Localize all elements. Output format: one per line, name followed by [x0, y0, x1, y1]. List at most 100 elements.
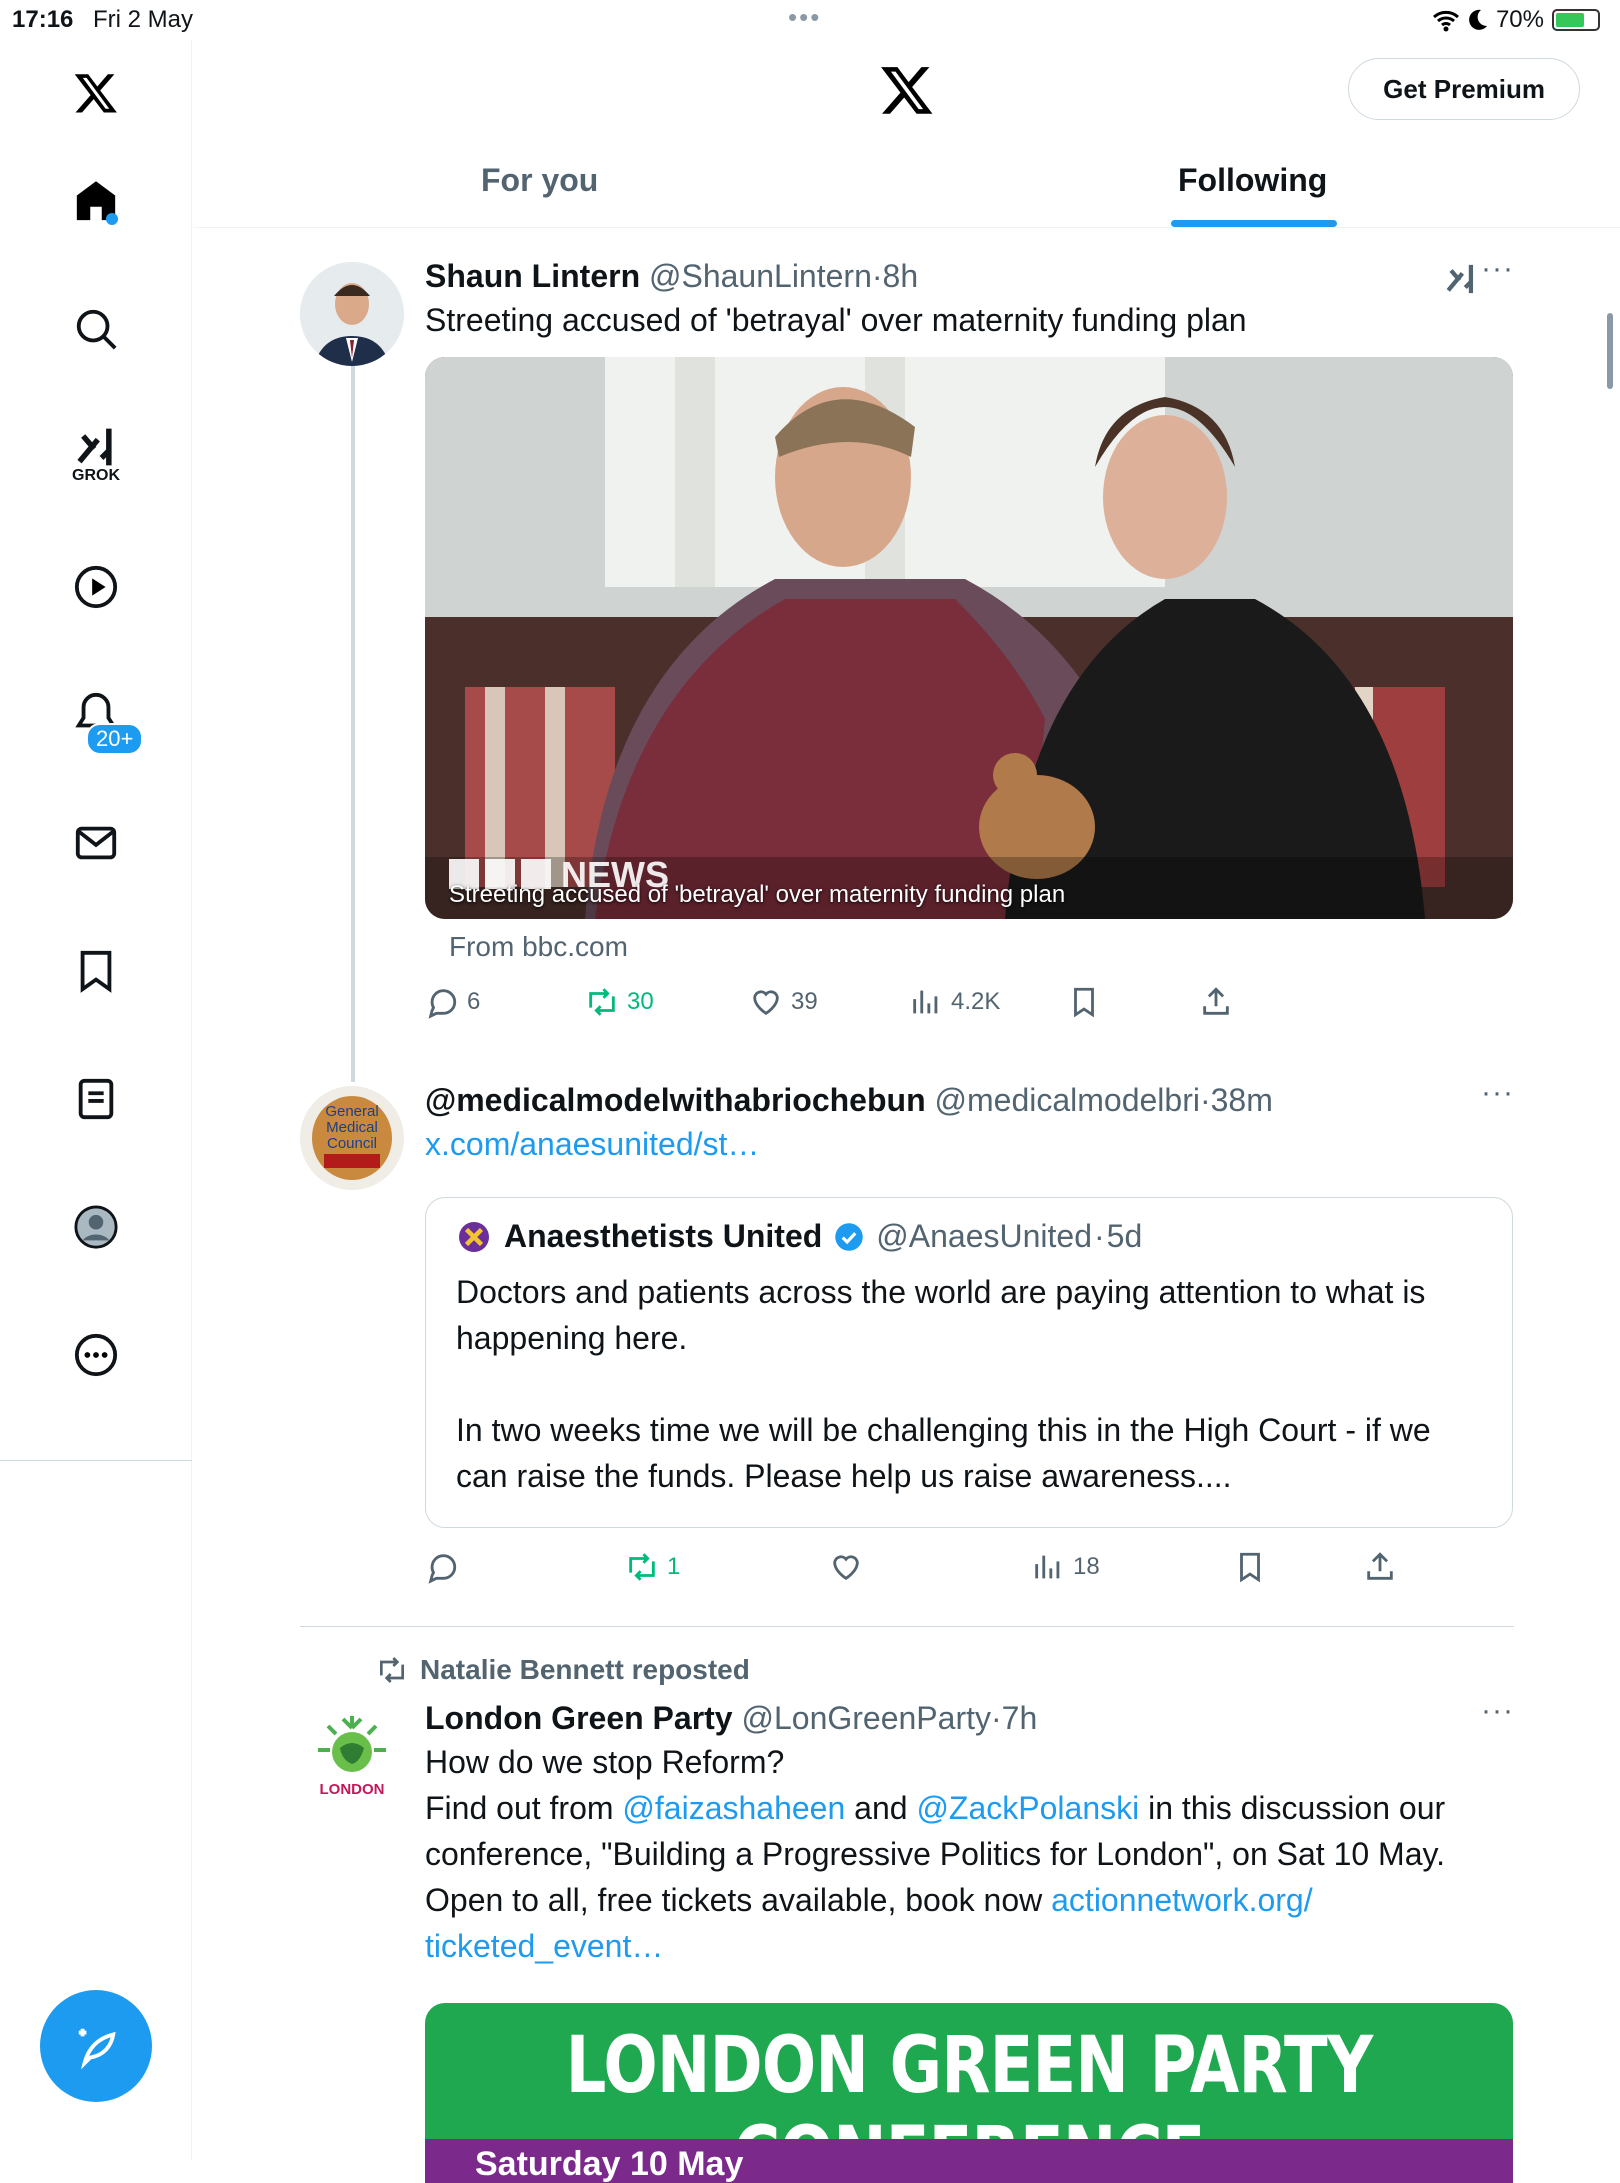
author-handle[interactable]: @medicalmodelbri [935, 1082, 1200, 1118]
post-time[interactable]: 7h [1002, 1700, 1038, 1736]
svg-text:Council: Council [327, 1135, 377, 1152]
share-button[interactable] [1363, 1550, 1397, 1584]
more-options-icon[interactable]: ··· [1481, 252, 1514, 286]
bookmark-button[interactable] [1067, 985, 1101, 1019]
active-tab-indicator [1171, 220, 1337, 227]
views-button[interactable]: 4.2K [909, 985, 1000, 1019]
tab-following[interactable]: Following [1178, 162, 1327, 199]
view-count: 4.2K [951, 988, 1001, 1015]
share-button[interactable] [1199, 985, 1233, 1019]
compose-feather-icon [78, 2028, 116, 2069]
heart-icon [833, 1555, 859, 1581]
avatar[interactable] [300, 262, 404, 366]
author-name[interactable]: London Green Party [425, 1700, 733, 1736]
views-icon [1035, 1555, 1060, 1579]
repost-indicator[interactable]: Natalie Bennett reposted [376, 1654, 750, 1686]
conference-banner-image[interactable]: LONDON GREEN PARTY CONFERENCE Saturday 1… [425, 2003, 1513, 2183]
sidebar: GROK 20+ [0, 40, 192, 2160]
quote-text-2: In two weeks time we will be challenging… [456, 1412, 1431, 1494]
banner-subtitle: Saturday 10 May [475, 2145, 744, 2183]
x-logo-icon[interactable] [879, 62, 935, 123]
reply-button[interactable] [425, 1550, 467, 1584]
repost-button[interactable]: 30 [585, 985, 654, 1019]
top-header: Get Premium For you Following [193, 40, 1620, 228]
get-premium-button[interactable]: Get Premium [1348, 58, 1580, 120]
quote-time[interactable]: 5d [1107, 1218, 1143, 1255]
compose-button[interactable] [40, 1990, 152, 2102]
more-icon[interactable] [65, 1324, 127, 1386]
card-source[interactable]: From bbc.com [449, 931, 1514, 963]
post-header: @medicalmodelwithabriochebun @medicalmod… [425, 1082, 1273, 1118]
post-time[interactable]: 38m [1211, 1082, 1273, 1118]
bookmark-icon [1074, 987, 1094, 1018]
status-right: 70% [1432, 6, 1600, 34]
post-actions: 1 18 [425, 1550, 1514, 1606]
bbc-news-photo: NEWS [425, 357, 1513, 919]
sidebar-divider [0, 1460, 192, 1461]
svg-text:General: General [325, 1103, 378, 1120]
avatar[interactable]: LONDON [300, 1710, 404, 1814]
scrollbar[interactable] [1607, 313, 1613, 389]
like-count: 39 [791, 988, 818, 1015]
quoted-post[interactable]: Anaesthetists United @AnaesUnited · 5d Doc… [425, 1197, 1513, 1528]
mention-faizashaheen[interactable]: @faizashaheen [622, 1790, 845, 1826]
heart-icon [753, 990, 779, 1016]
like-button[interactable] [829, 1550, 871, 1584]
post-time[interactable]: 8h [883, 258, 919, 294]
svg-text:Medical: Medical [326, 1119, 378, 1136]
more-options-icon[interactable]: ··· [1481, 1694, 1514, 1728]
messages-icon[interactable] [65, 812, 127, 874]
status-bar: 17:16 Fri 2 May ••• 70% [0, 0, 1620, 40]
repost-label: Natalie Bennett reposted [420, 1654, 750, 1685]
more-options-icon[interactable]: ··· [1481, 1076, 1514, 1110]
grok-label: GROK [72, 467, 120, 484]
multitask-dots-icon[interactable]: ••• [788, 2, 821, 33]
home-unread-dot [106, 213, 118, 225]
post-text-line-1: How do we stop Reform? [425, 1744, 785, 1780]
author-handle[interactable]: @ShaunLintern [649, 258, 872, 294]
verified-badge-icon [835, 1222, 864, 1251]
quote-avatar[interactable] [456, 1219, 492, 1255]
battery-icon [1552, 9, 1600, 31]
search-icon[interactable] [65, 298, 127, 360]
avatar[interactable]: General Medical Council [300, 1086, 404, 1190]
views-button[interactable]: 18 [1031, 1550, 1100, 1584]
author-name[interactable]: Shaun Lintern [425, 258, 640, 294]
svg-text:LONDON: LONDON [320, 1781, 385, 1798]
status-date: Fri 2 May [93, 6, 194, 33]
post-separator [300, 1626, 1514, 1627]
reply-icon [428, 989, 457, 1019]
home-icon[interactable] [65, 170, 127, 232]
tab-for-you[interactable]: For you [481, 162, 598, 199]
post-link[interactable]: x.com/anaesunited/st… [425, 1121, 1514, 1167]
author-handle[interactable]: @LonGreenParty [741, 1700, 991, 1736]
author-name[interactable]: @medicalmodelwithabriochebun [425, 1082, 926, 1118]
text-segment: and [845, 1790, 917, 1826]
quote-author-name[interactable]: Anaesthetists United [504, 1218, 822, 1255]
x-logo-icon[interactable] [65, 62, 127, 124]
link-card-image[interactable]: NEWS Streeting accused of 'betrayal' ove… [425, 357, 1513, 919]
video-icon[interactable] [65, 556, 127, 618]
repost-count: 1 [667, 1553, 681, 1580]
reply-button[interactable]: 6 [425, 985, 480, 1019]
bookmarks-icon[interactable] [65, 940, 127, 1002]
reply-icon [428, 1554, 457, 1584]
status-time: 17:16 [12, 6, 74, 33]
lists-icon[interactable] [65, 1068, 127, 1130]
profile-icon[interactable] [65, 1196, 127, 1258]
grok-icon[interactable]: GROK [65, 424, 127, 486]
bookmark-button[interactable] [1233, 1550, 1267, 1584]
notification-badge: 20+ [86, 723, 144, 755]
post-actions: 6 30 39 4.2K [425, 985, 1514, 1041]
quote-author-handle[interactable]: @AnaesUnited [876, 1218, 1092, 1255]
post-text-body: Find out from @faizashaheen and @ZackPol… [425, 1785, 1514, 1969]
repost-icon [589, 988, 615, 1016]
mention-zackpolanski[interactable]: @ZackPolanski [916, 1790, 1139, 1826]
share-icon [1367, 1552, 1393, 1580]
post-header: London Green Party @LonGreenParty·7h [425, 1700, 1038, 1736]
grok-icon[interactable] [1444, 262, 1478, 296]
like-button[interactable]: 39 [749, 985, 818, 1019]
repost-button[interactable]: 1 [625, 1550, 680, 1584]
post-header: Shaun Lintern @ShaunLintern·8h [425, 258, 919, 294]
repost-count: 30 [627, 988, 654, 1015]
